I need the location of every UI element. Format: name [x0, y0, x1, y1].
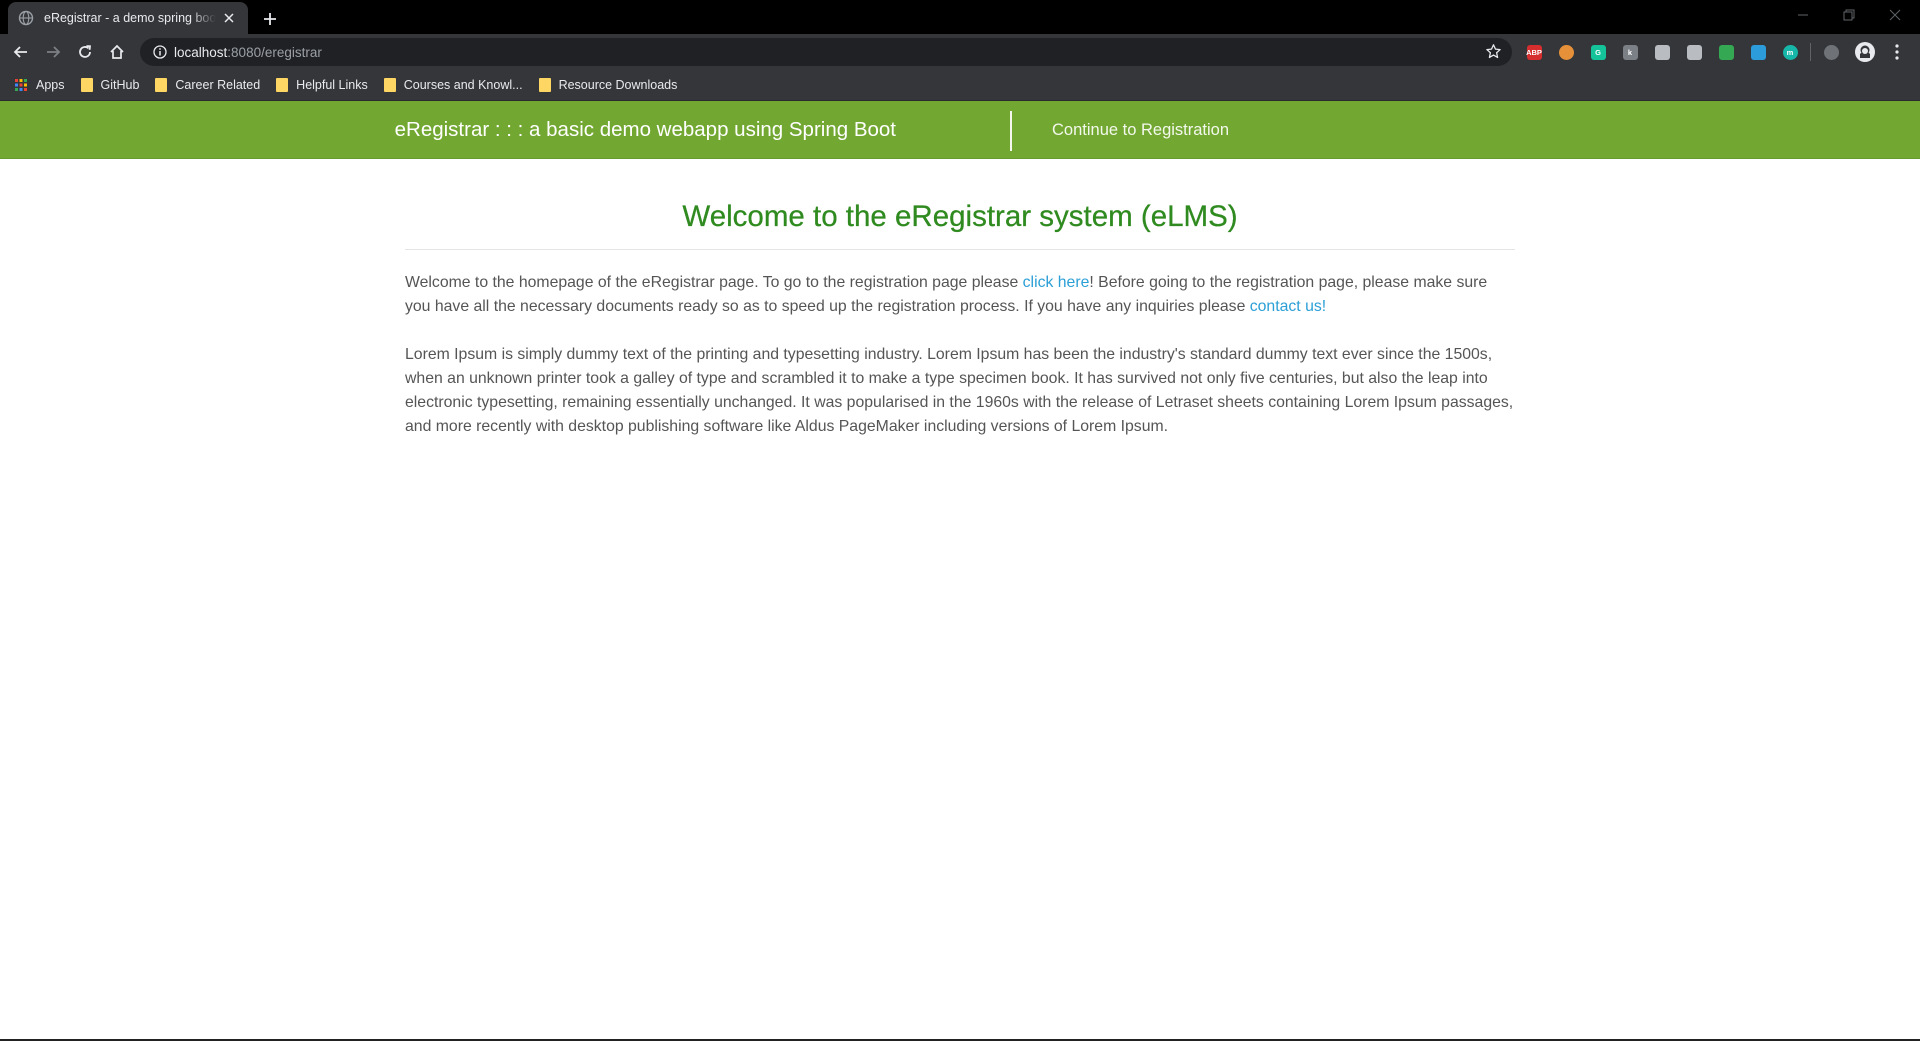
contact-us-link[interactable]: contact us!	[1250, 298, 1326, 315]
lorem-paragraph: Lorem Ipsum is simply dummy text of the …	[405, 346, 1514, 435]
adblock-plus-icon: ABP	[1526, 44, 1542, 60]
bookmark-helpful-links[interactable]: Helpful Links	[274, 72, 376, 98]
cloud-extension-button[interactable]	[1746, 40, 1770, 64]
page-title: Welcome to the eRegistrar system (eLMS)	[682, 200, 1238, 233]
minimize-icon	[1798, 14, 1808, 16]
url-path: :8080/eregistrar	[227, 44, 322, 60]
bookmark-label: GitHub	[100, 78, 140, 92]
arrow-left-icon	[13, 46, 27, 58]
bookmarks-bar: Apps GitHub Career Related Helpful Links Cou…	[0, 70, 1920, 101]
tab-strip: eRegistrar - a demo spring boot webapp	[0, 0, 1920, 34]
intro-text-1: Welcome to the homepage of the eRegistra…	[405, 274, 1023, 291]
home-button[interactable]	[104, 39, 130, 65]
minimize-button[interactable]	[1780, 0, 1826, 30]
main-content: Welcome to the eRegistrar system (eLMS) …	[405, 159, 1515, 439]
tab-title: eRegistrar - a demo spring boot webapp	[44, 11, 216, 25]
home-icon	[110, 44, 124, 59]
avatar-icon	[1855, 42, 1875, 62]
bookmark-label: Helpful Links	[296, 78, 368, 92]
adblock-plus-extension-button[interactable]: ABP	[1522, 40, 1546, 64]
bookmark-label: Courses and Knowl...	[403, 78, 523, 92]
reload-icon	[79, 45, 91, 58]
browser-tab[interactable]: eRegistrar - a demo spring boot webapp	[8, 2, 248, 34]
bookmark-folder-icon	[383, 78, 396, 92]
back-button[interactable]	[8, 39, 34, 65]
sync-icon	[1823, 44, 1839, 60]
divider	[405, 249, 1515, 250]
new-tab-button[interactable]	[258, 7, 282, 31]
browser-toolbar: localhost:8080/eregistrar ABP Gk m	[0, 34, 1920, 70]
close-icon	[1889, 9, 1901, 21]
extension-m-icon: m	[1782, 44, 1798, 60]
leaf-extension-button[interactable]	[1714, 40, 1738, 64]
bookmark-github[interactable]: GitHub	[79, 72, 148, 98]
profile-avatar[interactable]	[1852, 39, 1878, 65]
address-bar[interactable]: localhost:8080/eregistrar	[140, 38, 1512, 66]
menu-button[interactable]	[1884, 39, 1910, 65]
grammarly-icon: G	[1590, 44, 1606, 60]
intro-paragraph: Welcome to the homepage of the eRegistra…	[405, 271, 1515, 319]
forward-button[interactable]	[40, 39, 66, 65]
star-icon[interactable]	[1485, 43, 1502, 65]
extension-m-extension-button[interactable]: m	[1778, 40, 1802, 64]
close-window-button[interactable]	[1872, 0, 1918, 30]
plus-icon	[264, 13, 276, 25]
cube-extension-button[interactable]	[1682, 40, 1706, 64]
globe-icon	[18, 10, 34, 26]
web-page: eRegistrar : : : a basic demo webapp usi…	[0, 101, 1920, 1041]
document-icon	[1654, 44, 1670, 60]
apps-grid-icon	[15, 79, 27, 91]
restore-button[interactable]	[1826, 0, 1872, 30]
extensions-bar: ABP Gk m	[1522, 40, 1843, 64]
bookmark-folder-icon	[538, 78, 551, 92]
extension-k-extension-button[interactable]: k	[1618, 40, 1642, 64]
bookmark-label: Resource Downloads	[558, 78, 678, 92]
continue-to-registration-link[interactable]: Continue to Registration	[1052, 101, 1229, 159]
restore-icon	[1843, 9, 1855, 21]
close-tab-icon[interactable]	[220, 9, 238, 27]
navbar-divider	[1010, 111, 1012, 151]
url-text: localhost:8080/eregistrar	[174, 45, 322, 60]
cloud-icon	[1750, 44, 1766, 60]
bookmark-resource-downloads[interactable]: Resource Downloads	[537, 72, 686, 98]
arrow-right-icon	[47, 46, 61, 58]
bookmark-folder-icon	[80, 78, 93, 92]
site-navbar: eRegistrar : : : a basic demo webapp usi…	[0, 101, 1920, 159]
document-extension-button[interactable]	[1650, 40, 1674, 64]
bookmark-label: Career Related	[175, 78, 261, 92]
bookmark-folder-icon	[155, 78, 168, 92]
extensions-separator	[1810, 43, 1811, 61]
more-vert-icon	[1895, 44, 1899, 60]
bookmark-folder-icon	[276, 78, 289, 92]
info-icon[interactable]	[146, 45, 174, 59]
bookmark-label: Apps	[36, 78, 65, 92]
navbar-brand[interactable]: eRegistrar : : : a basic demo webapp usi…	[395, 101, 896, 159]
reload-button[interactable]	[72, 39, 98, 65]
bookmark-career-related[interactable]: Career Related	[153, 72, 268, 98]
url-host: localhost	[174, 44, 228, 60]
click-here-link[interactable]: click here	[1023, 274, 1090, 291]
bookmark-apps[interactable]: Apps	[12, 72, 73, 98]
bookmark-courses-and-knowl[interactable]: Courses and Knowl...	[382, 72, 531, 98]
cube-icon	[1686, 44, 1702, 60]
sync-extension-button[interactable]	[1819, 40, 1843, 64]
cookie-icon	[1558, 44, 1574, 60]
cookie-extension-button[interactable]	[1554, 40, 1578, 64]
extension-k-icon: k	[1622, 44, 1638, 60]
leaf-icon	[1718, 44, 1734, 60]
grammarly-extension-button[interactable]: G	[1586, 40, 1610, 64]
